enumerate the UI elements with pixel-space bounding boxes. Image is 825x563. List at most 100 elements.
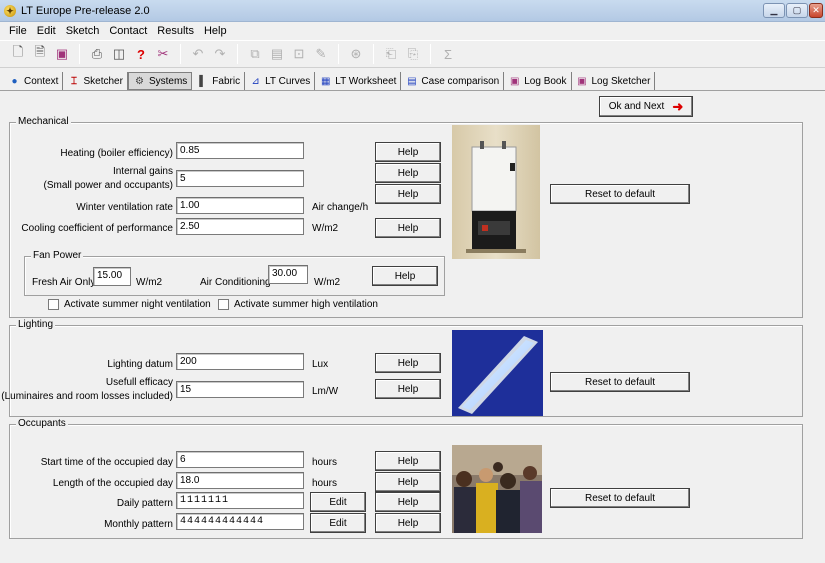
tab-fabric[interactable]: ▌ Fabric: [192, 72, 246, 90]
mechanical-title: Mechanical: [16, 116, 71, 127]
fresh-air-field[interactable]: 15.00: [93, 267, 131, 286]
checkbox-box[interactable]: [218, 299, 229, 310]
daily-pattern-field[interactable]: 1111111: [176, 492, 304, 509]
efficacy-sublabel: (Luminaires and room losses included): [1, 391, 173, 402]
new-icon[interactable]: 🗋: [8, 44, 28, 64]
tab-log-book[interactable]: ▣ Log Book: [504, 72, 572, 90]
title-bar: ✦ LT Europe Pre-release 2.0 ▁ ▢ ✕: [0, 0, 825, 22]
winter-help-button[interactable]: Help: [375, 184, 441, 204]
lighting-reset-button[interactable]: Reset to default: [550, 372, 690, 392]
save-icon[interactable]: ▣: [52, 44, 72, 64]
menu-contact[interactable]: Contact: [104, 25, 152, 37]
checkbox-box[interactable]: [48, 299, 59, 310]
efficacy-help-button[interactable]: Help: [375, 379, 441, 399]
start-time-help-button[interactable]: Help: [375, 451, 441, 471]
heating-field[interactable]: 0.85: [176, 142, 304, 159]
menu-sketch[interactable]: Sketch: [61, 25, 105, 37]
heating-help-button[interactable]: Help: [375, 142, 441, 162]
tab-label: Context: [24, 75, 59, 87]
efficacy-label: Usefull efficacy: [105, 377, 173, 388]
occupants-title: Occupants: [16, 418, 68, 429]
monthly-pattern-label: Monthly pattern: [104, 519, 173, 530]
tool-icon[interactable]: ✂: [153, 44, 173, 64]
paste-icon[interactable]: ▤: [267, 44, 287, 64]
cut-icon[interactable]: ⊡: [289, 44, 309, 64]
globe-icon[interactable]: ⊛: [346, 44, 366, 64]
winter-ventilation-label: Winter ventilation rate: [76, 202, 173, 213]
luminaire-image: [452, 330, 543, 416]
lighting-datum-help-button[interactable]: Help: [375, 353, 441, 373]
tab-case-comparison[interactable]: ▤ Case comparison: [401, 72, 505, 90]
cooling-help-button[interactable]: Help: [375, 218, 441, 238]
arrow-right-icon: ➜: [672, 98, 684, 114]
print-icon[interactable]: ⎙: [87, 44, 107, 64]
internal-gains-help-button[interactable]: Help: [375, 163, 441, 183]
copy-icon[interactable]: ⧉: [245, 44, 265, 64]
tab-lt-curves[interactable]: ⊿ LT Curves: [245, 72, 316, 90]
menu-edit[interactable]: Edit: [32, 25, 61, 37]
undo-icon[interactable]: ↶: [188, 44, 208, 64]
occupants-drawing: [452, 445, 542, 533]
start-time-unit: hours: [312, 457, 338, 468]
help-icon[interactable]: ?: [131, 44, 151, 64]
day-length-help-button[interactable]: Help: [375, 472, 441, 492]
summer-night-ventilation-checkbox[interactable]: Activate summer night ventilation: [48, 299, 211, 310]
menu-help[interactable]: Help: [199, 25, 232, 37]
air-conditioning-unit: W/m2: [314, 277, 341, 288]
logsketcher-icon: ▣: [577, 75, 587, 87]
export-icon[interactable]: ⎗: [381, 44, 401, 64]
start-time-label: Start time of the occupied day: [40, 457, 173, 468]
menu-results[interactable]: Results: [152, 25, 199, 37]
cooling-cop-field[interactable]: 2.50: [176, 218, 304, 235]
air-conditioning-field[interactable]: 30.00: [268, 265, 308, 284]
fabric-icon: ▌: [199, 75, 207, 87]
sigma-icon[interactable]: Σ: [438, 44, 458, 64]
winter-ventilation-field[interactable]: 1.00: [176, 197, 304, 214]
tab-strip: ● Context ⌶ Sketcher ⚙ Systems ▌ Fabric …: [0, 70, 825, 90]
toolbar: 🗋 🗎 ▣ ⎙ ◫ ? ✂ ↶ ↷ ⧉ ▤ ⊡ ✎ ⊛ ⎗ ⎘ Σ: [0, 40, 825, 68]
efficacy-unit: Lm/W: [312, 386, 339, 397]
tab-context[interactable]: ● Context: [4, 72, 64, 90]
lighting-datum-label: Lighting datum: [107, 359, 173, 370]
tab-page-border: [0, 90, 825, 91]
lighting-title: Lighting: [16, 319, 56, 330]
monthly-pattern-help-button[interactable]: Help: [375, 513, 441, 533]
ok-and-next-button[interactable]: Ok and Next ➜: [599, 96, 693, 117]
print-preview-icon[interactable]: ◫: [109, 44, 129, 64]
tab-log-sketcher[interactable]: ▣ Log Sketcher: [572, 72, 656, 90]
tab-lt-worksheet[interactable]: ▦ LT Worksheet: [315, 72, 402, 90]
efficacy-field[interactable]: 15: [176, 381, 304, 398]
daily-pattern-edit-button[interactable]: Edit: [310, 492, 366, 512]
tab-sketcher[interactable]: ⌶ Sketcher: [63, 72, 128, 90]
tab-systems[interactable]: ⚙ Systems: [127, 72, 193, 90]
menu-file[interactable]: File: [4, 25, 32, 37]
maximize-button[interactable]: ▢: [786, 3, 808, 18]
daily-pattern-help-button[interactable]: Help: [375, 492, 441, 512]
minimize-button[interactable]: ▁: [763, 3, 785, 18]
luminaire-drawing: [452, 330, 543, 416]
occupants-reset-button[interactable]: Reset to default: [550, 488, 690, 508]
edit-icon[interactable]: ✎: [311, 44, 331, 64]
day-length-field[interactable]: 18.0: [176, 472, 304, 489]
import-icon[interactable]: ⎘: [403, 44, 423, 64]
fan-power-help-button[interactable]: Help: [372, 266, 438, 286]
tab-label: Log Book: [524, 75, 567, 87]
toolbar-separator: [79, 44, 80, 64]
lighting-datum-field[interactable]: 200: [176, 353, 304, 370]
curves-icon: ⊿: [251, 75, 260, 87]
tab-label: LT Worksheet: [335, 75, 397, 87]
start-time-field[interactable]: 6: [176, 451, 304, 468]
monthly-pattern-field[interactable]: 444444444444: [176, 513, 304, 530]
summer-high-ventilation-label: Activate summer high ventilation: [234, 299, 378, 310]
tab-label: Fabric: [212, 75, 241, 87]
internal-gains-field[interactable]: 5: [176, 170, 304, 187]
monthly-pattern-edit-button[interactable]: Edit: [310, 513, 366, 533]
mechanical-reset-button[interactable]: Reset to default: [550, 184, 690, 204]
redo-icon[interactable]: ↷: [210, 44, 230, 64]
tab-label: LT Curves: [265, 75, 311, 87]
summer-high-ventilation-checkbox[interactable]: Activate summer high ventilation: [218, 299, 378, 310]
open-icon[interactable]: 🗎: [30, 44, 50, 64]
close-button[interactable]: ✕: [809, 3, 823, 18]
boiler-image: [452, 125, 540, 259]
tab-label: Sketcher: [83, 75, 123, 87]
